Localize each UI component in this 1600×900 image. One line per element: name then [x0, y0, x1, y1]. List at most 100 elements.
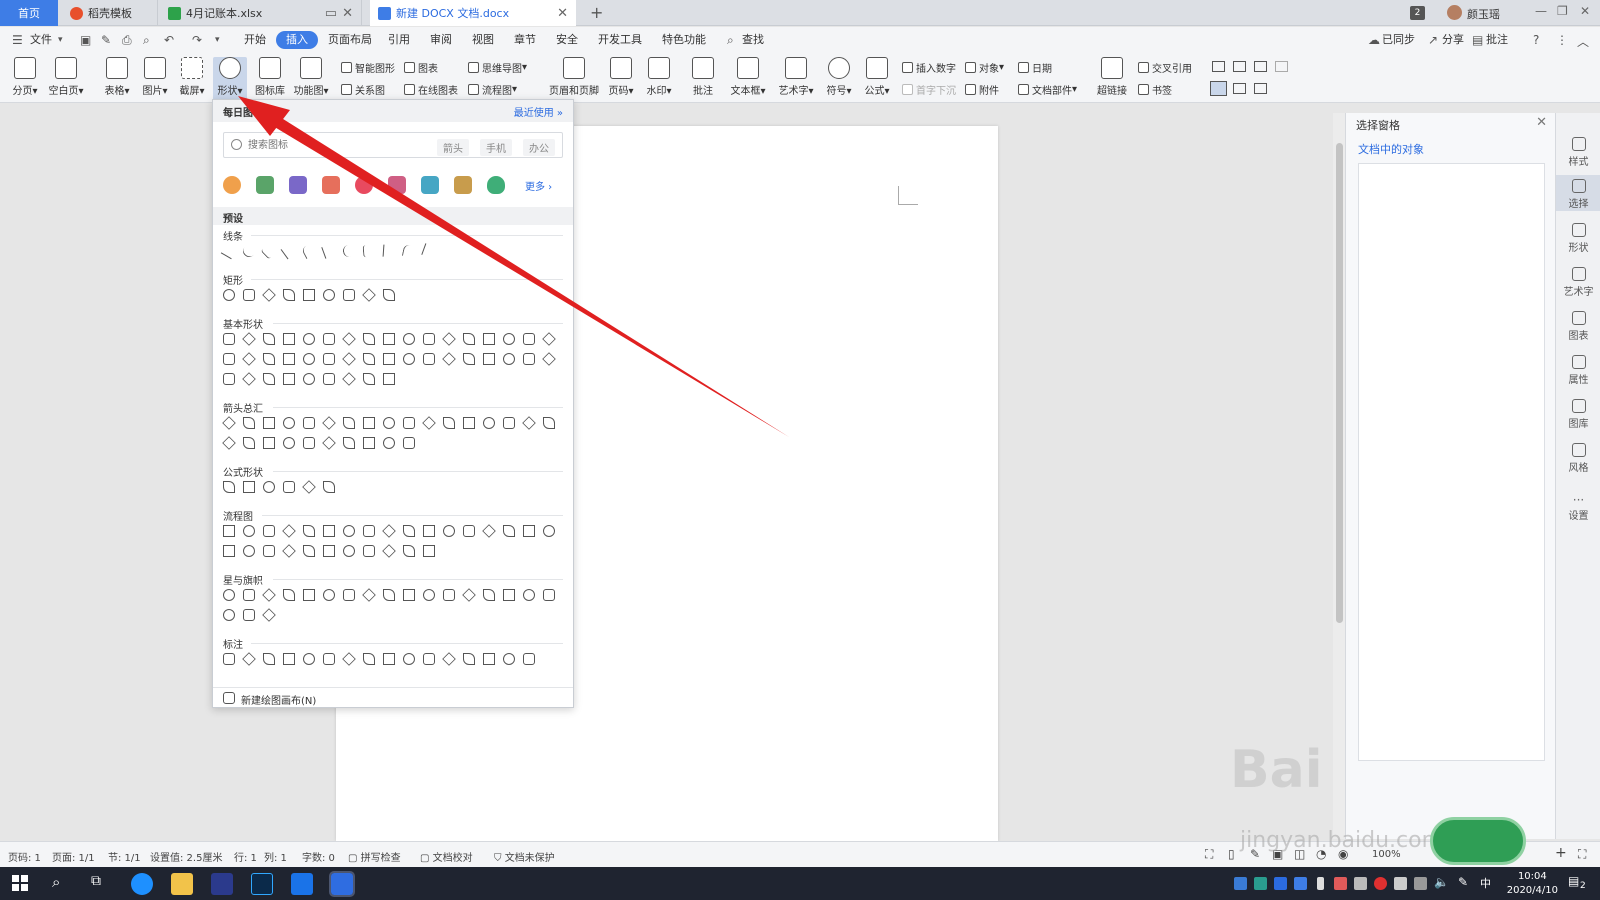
shape-option[interactable]	[280, 242, 298, 260]
comment-button[interactable]: 批注	[1480, 31, 1514, 49]
shape-option[interactable]	[323, 653, 335, 665]
shape-option[interactable]	[382, 244, 396, 258]
shape-option[interactable]	[442, 652, 456, 666]
shape-option[interactable]	[503, 525, 515, 537]
chip-phone[interactable]: 手机	[480, 139, 512, 156]
hyperlink-button[interactable]: 超链接	[1094, 57, 1130, 97]
shape-option[interactable]	[463, 525, 475, 537]
shape-option[interactable]	[263, 525, 275, 537]
avatar[interactable]	[1447, 5, 1462, 20]
layout-icon-4[interactable]	[1275, 61, 1288, 72]
shape-option[interactable]	[243, 525, 255, 537]
shape-option[interactable]	[463, 353, 475, 365]
shape-option[interactable]	[463, 653, 475, 665]
menu-security[interactable]: 安全	[550, 31, 584, 49]
shape-option[interactable]	[243, 545, 255, 557]
object-button[interactable]: 对象 ▾	[965, 60, 1004, 75]
shape-option[interactable]	[403, 437, 415, 449]
shape-option[interactable]	[343, 589, 355, 601]
shape-option[interactable]	[282, 524, 296, 538]
picture-button[interactable]: 图片▾	[140, 57, 170, 97]
daily-icon-shield[interactable]	[487, 176, 505, 194]
shape-option[interactable]	[260, 242, 278, 260]
tray-icon[interactable]	[1274, 877, 1287, 890]
shape-option[interactable]	[403, 589, 415, 601]
shape-option[interactable]	[463, 417, 475, 429]
shape-option[interactable]	[483, 417, 495, 429]
more-icon[interactable]: ⋮	[1556, 33, 1568, 47]
layout-icon-7[interactable]	[1254, 83, 1267, 94]
table-button[interactable]: 表格▾	[102, 57, 132, 97]
menu-page-layout[interactable]: 页面布局	[322, 31, 378, 49]
shape-option[interactable]	[383, 653, 395, 665]
shape-option[interactable]	[522, 416, 536, 430]
shape-option[interactable]	[283, 373, 295, 385]
shape-option[interactable]	[503, 417, 515, 429]
shape-option[interactable]	[343, 289, 355, 301]
shape-option[interactable]	[263, 373, 275, 385]
shape-option[interactable]	[423, 333, 435, 345]
shape-option[interactable]	[362, 244, 376, 258]
sidebar-item-theme[interactable]: 风格	[1556, 443, 1600, 474]
shape-option[interactable]	[223, 525, 235, 537]
close-icon[interactable]: ✕	[342, 6, 353, 21]
shape-option[interactable]	[243, 289, 255, 301]
layout-icon-1[interactable]	[1212, 61, 1225, 72]
shape-option[interactable]	[362, 288, 376, 302]
shape-option[interactable]	[283, 333, 295, 345]
shape-option[interactable]	[543, 417, 555, 429]
formula-button[interactable]: 公式▾	[862, 57, 892, 97]
shape-option[interactable]	[403, 653, 415, 665]
shape-option[interactable]	[223, 333, 235, 345]
shape-option[interactable]	[442, 352, 456, 366]
shape-option[interactable]	[323, 289, 335, 301]
online-chart-button[interactable]: 在线图表	[404, 82, 458, 97]
insert-number-button[interactable]: 插入数字	[902, 60, 956, 75]
shape-option[interactable]	[303, 289, 315, 301]
shape-option[interactable]	[342, 352, 356, 366]
shape-option[interactable]	[363, 353, 375, 365]
shape-option[interactable]	[363, 417, 375, 429]
shape-option[interactable]	[243, 437, 255, 449]
selection-pane-title[interactable]: 选择窗格	[1356, 117, 1400, 133]
app-icon[interactable]	[211, 873, 233, 895]
sidebar-item-style[interactable]: 样式	[1556, 137, 1600, 168]
chip-office[interactable]: 办公	[523, 139, 555, 156]
layout-icon-5[interactable]	[1210, 81, 1227, 96]
shape-option[interactable]	[243, 589, 255, 601]
shape-option[interactable]	[283, 653, 295, 665]
shape-option[interactable]	[423, 353, 435, 365]
comment-insert-button[interactable]: 批注	[688, 57, 718, 97]
shape-option[interactable]	[283, 417, 295, 429]
shape-option[interactable]	[542, 332, 556, 346]
sidebar-item-wordart[interactable]: 艺术字	[1556, 267, 1600, 298]
menu-insert[interactable]: 插入	[276, 31, 318, 49]
watermark-button[interactable]: 水印▾	[644, 57, 674, 97]
shape-option[interactable]	[322, 416, 336, 430]
menu-special[interactable]: 特色功能	[656, 31, 712, 49]
shape-option[interactable]	[421, 243, 437, 259]
smart-art-button[interactable]: 智能图形	[341, 60, 395, 75]
shape-option[interactable]	[323, 525, 335, 537]
tray-icon[interactable]	[1374, 877, 1387, 890]
blank-page-button[interactable]: 空白页▾	[48, 57, 84, 97]
tray-icon[interactable]	[1354, 877, 1367, 890]
shape-option[interactable]	[263, 481, 275, 493]
shape-option[interactable]	[401, 243, 417, 259]
shape-option[interactable]	[483, 589, 495, 601]
date-button[interactable]: 日期	[1018, 60, 1052, 75]
shape-option[interactable]	[283, 437, 295, 449]
page-number-button[interactable]: 页码▾	[606, 57, 636, 97]
share-button[interactable]: 分享	[1436, 31, 1470, 49]
task-view-icon[interactable]: ⧉	[91, 873, 101, 889]
shape-option[interactable]	[403, 353, 415, 365]
attachment-button[interactable]: 附件	[965, 82, 999, 97]
shape-option[interactable]	[240, 242, 258, 260]
tab-docx[interactable]: 新建 DOCX 文档.docx ✕	[370, 0, 576, 26]
format-painter-icon[interactable]: ✎	[101, 33, 111, 47]
shape-option[interactable]	[383, 353, 395, 365]
shape-option[interactable]	[243, 417, 255, 429]
menu-view[interactable]: 视图	[466, 31, 500, 49]
shape-option[interactable]	[503, 353, 515, 365]
shape-option[interactable]	[482, 524, 496, 538]
